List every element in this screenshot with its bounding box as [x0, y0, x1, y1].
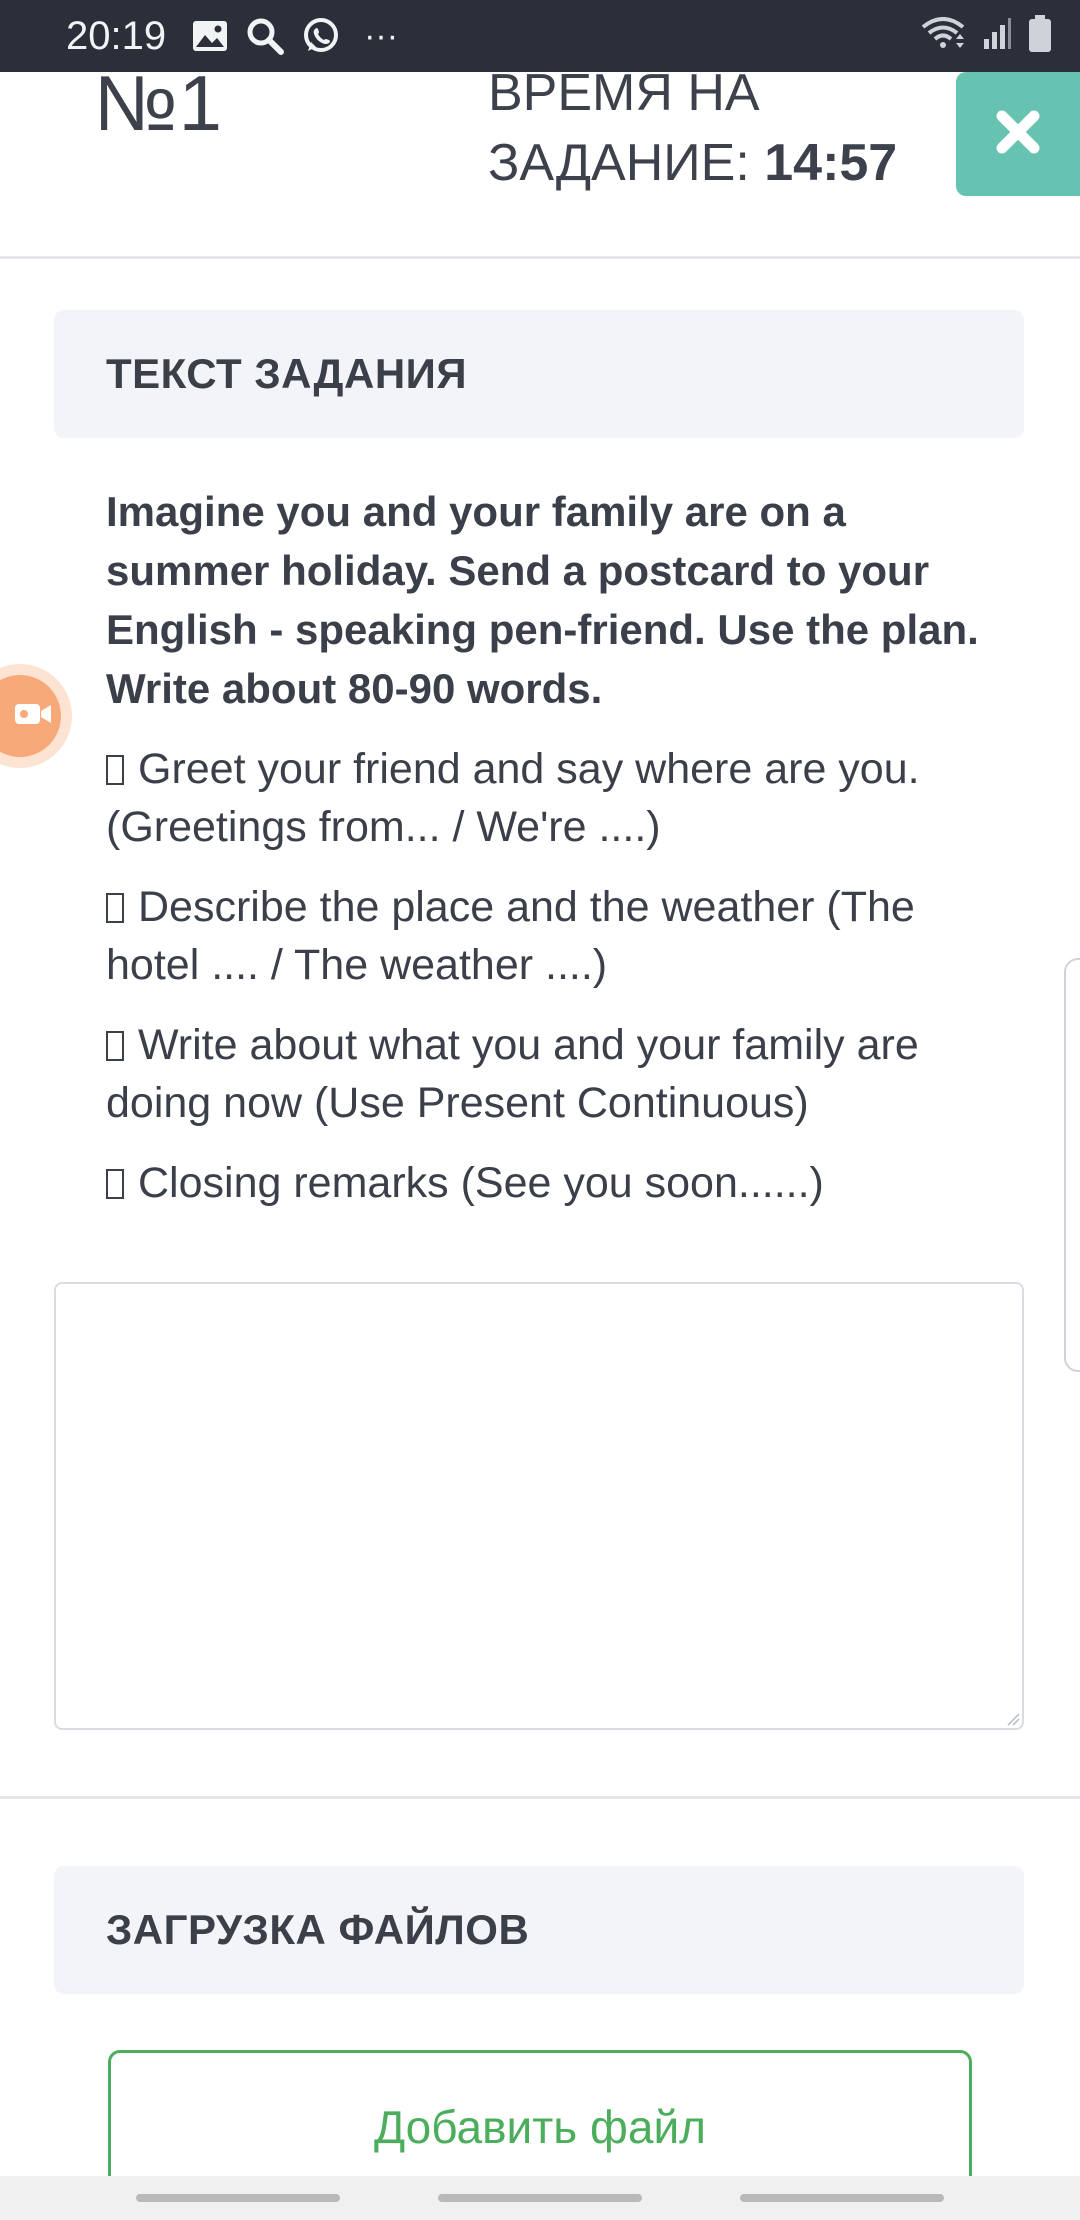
task-instruction: Imagine you and your family are on a sum…	[106, 488, 979, 712]
nav-home-button[interactable]	[438, 2194, 642, 2202]
bullet-box-icon	[106, 1031, 124, 1061]
more-icon: ···	[364, 16, 399, 55]
timer-label-line1: ВРЕМЯ НА	[488, 64, 760, 122]
bullet-box-icon	[106, 755, 124, 785]
timer-value: 14:57	[764, 134, 898, 192]
section-divider	[0, 1796, 1080, 1799]
answer-textarea[interactable]	[54, 1282, 1024, 1730]
video-camera-icon	[13, 699, 53, 734]
plan-item: Describe the place and the weather (The …	[106, 883, 915, 989]
status-time: 20:19	[66, 13, 167, 58]
nav-back-button[interactable]	[740, 2194, 944, 2202]
task-number: №1	[94, 59, 224, 147]
whatsapp-icon	[302, 17, 340, 55]
plan-item: Write about what you and your family are…	[106, 1021, 919, 1127]
task-timer: ВРЕМЯ НА ЗАДАНИЕ: 14:57	[488, 58, 897, 198]
plan-item: Closing remarks (See you soon......)	[106, 1154, 986, 1212]
video-call-button[interactable]	[0, 664, 72, 768]
close-icon	[994, 108, 1042, 161]
system-nav-bar	[0, 2176, 1080, 2220]
timer-label-line2: ЗАДАНИЕ:	[488, 134, 750, 192]
bullet-box-icon	[106, 893, 124, 923]
file-upload-header: ЗАГРУЗКА ФАЙЛОВ	[54, 1866, 1024, 1994]
wifi-icon	[920, 16, 966, 56]
battery-icon	[1028, 14, 1052, 58]
search-icon	[246, 17, 285, 55]
bullet-box-icon	[106, 1169, 124, 1199]
close-button[interactable]	[956, 72, 1080, 196]
side-scroll-handle[interactable]	[1064, 958, 1080, 1372]
signal-icon	[982, 17, 1012, 56]
nav-recent-button[interactable]	[136, 2194, 340, 2202]
image-icon	[192, 20, 228, 52]
task-header: №1 ВРЕМЯ НА ЗАДАНИЕ: 14:57	[0, 59, 1080, 259]
plan-item: Greet your friend and say where are you.…	[106, 745, 920, 851]
task-text: Imagine you and your family are on a sum…	[106, 482, 986, 1234]
status-right-icons	[920, 14, 1052, 58]
task-text-header: ТЕКСТ ЗАДАНИЯ	[54, 310, 1024, 438]
